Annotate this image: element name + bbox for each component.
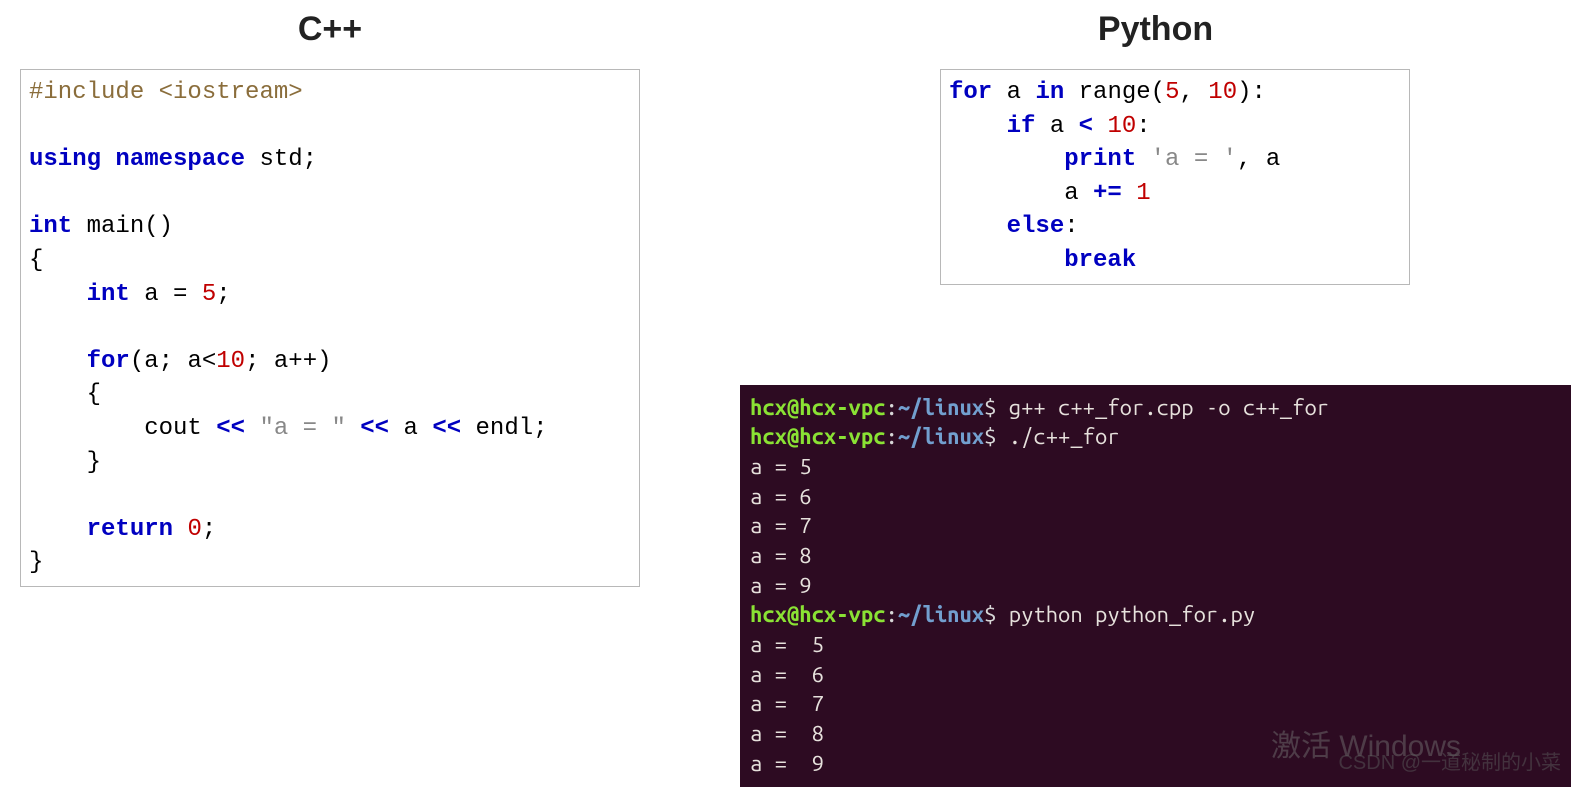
watermark-csdn: CSDN @一道秘制的小菜 [1338, 746, 1561, 775]
cpp-code-block: #include <iostream> using namespace std;… [20, 69, 640, 587]
cpp-include: #include <iostream> [29, 79, 303, 106]
cpp-title: C++ [20, 10, 640, 49]
cpp-namespace: namespace [115, 146, 245, 173]
cpp-using: using [29, 146, 101, 173]
cpp-int: int [29, 213, 72, 240]
python-title: Python [740, 10, 1571, 49]
python-code-block: for a in range(5, 10): if a < 10: print … [940, 69, 1410, 285]
cpp-main: main [87, 213, 145, 240]
cpp-std: std [259, 146, 302, 173]
